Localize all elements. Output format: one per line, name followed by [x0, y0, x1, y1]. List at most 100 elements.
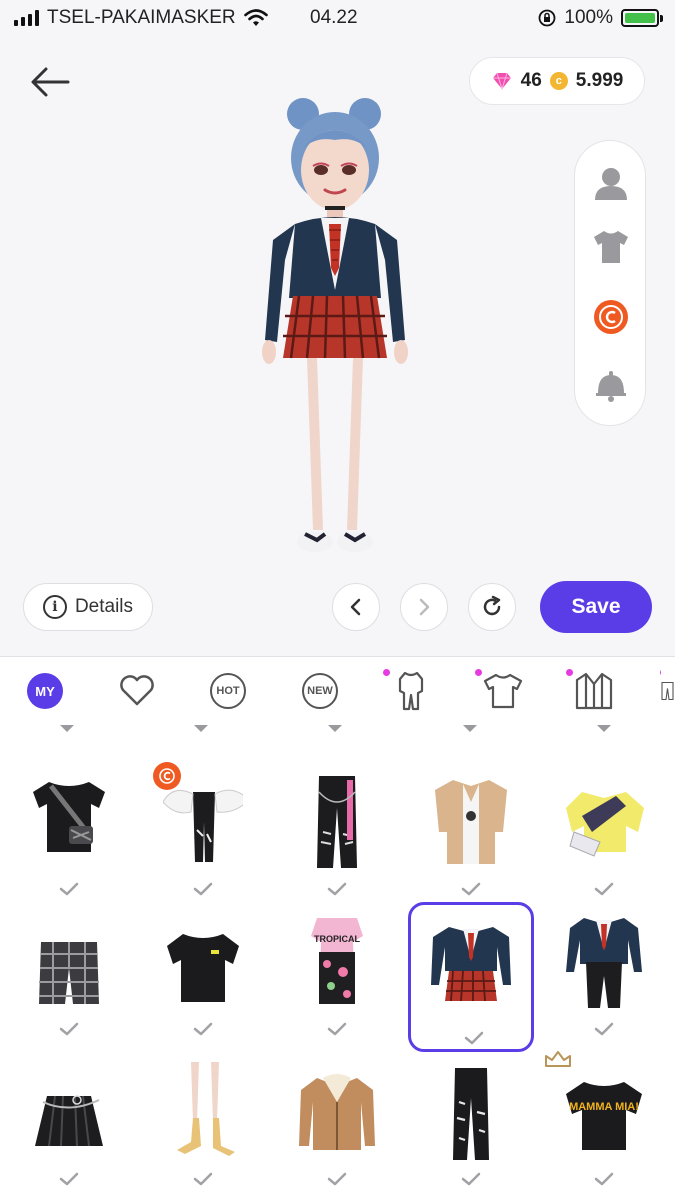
tab-bottoms[interactable] — [660, 669, 675, 713]
item-thumbnail — [299, 1074, 375, 1150]
item-grid: TROPICAL MAMMA MIA! — [0, 722, 675, 1200]
tab-outerwear[interactable] — [566, 669, 616, 713]
item-mamma-mia-tee[interactable]: MAMMA MIA! — [544, 1051, 664, 1192]
clock: 04.22 — [310, 7, 358, 28]
item-thumbnail — [453, 1068, 489, 1160]
tshirt-icon — [483, 673, 523, 709]
check-icon — [461, 882, 481, 896]
check-icon — [327, 1022, 347, 1036]
item-school-uniform-pants[interactable] — [544, 902, 664, 1042]
tshirt-icon — [594, 231, 628, 263]
item-yellow-socks[interactable] — [143, 1052, 263, 1192]
clothes-tab[interactable] — [591, 227, 631, 267]
mamma-mia-text: MAMMA MIA! — [569, 1101, 639, 1113]
item-ripped-black-jeans[interactable] — [411, 1052, 531, 1192]
check-icon — [327, 882, 347, 896]
gem-count: 46 — [520, 70, 542, 91]
item-plaid-shorts[interactable] — [9, 902, 129, 1042]
bodysuit-icon — [398, 671, 424, 711]
tropical-text: TROPICAL — [314, 934, 361, 944]
item-thumbnail — [163, 789, 243, 862]
item-thumbnail — [177, 1062, 235, 1156]
coin-icon: c — [549, 72, 568, 90]
tab-my[interactable]: MY — [23, 669, 67, 713]
battery-percent: 100% — [564, 7, 613, 28]
person-icon — [595, 168, 627, 200]
bell-icon — [596, 371, 626, 402]
check-icon — [193, 882, 213, 896]
check-icon — [59, 1022, 79, 1036]
carrier-label: TSEL-PAKAIMASKER — [47, 7, 236, 28]
save-button[interactable]: Save — [540, 581, 652, 633]
notification-tab[interactable] — [591, 365, 631, 405]
item-thumbnail — [167, 934, 239, 1002]
check-icon — [594, 882, 614, 896]
pants-icon — [661, 681, 674, 701]
check-icon — [594, 1172, 614, 1186]
expand-chevrons — [60, 725, 611, 732]
check-icon — [193, 1172, 213, 1186]
item-thumbnail — [566, 918, 642, 1008]
tab-tops[interactable] — [475, 669, 525, 713]
category-tabs: MY HOT NEW — [0, 656, 675, 722]
status-bar: TSEL-PAKAIMASKER 04.22 100% — [0, 0, 675, 36]
item-thumbnail — [39, 942, 99, 1004]
new-dot — [475, 669, 482, 676]
avatar-figure[interactable] — [255, 90, 415, 570]
reset-button[interactable] — [468, 583, 516, 631]
new-dot — [383, 669, 390, 676]
tab-new[interactable]: NEW — [298, 669, 342, 713]
redo-button[interactable] — [400, 583, 448, 631]
tab-hot-label: HOT — [210, 673, 246, 709]
undo-button[interactable] — [332, 583, 380, 631]
tab-new-label: NEW — [302, 673, 338, 709]
details-button[interactable]: i Details — [23, 583, 153, 631]
check-icon — [594, 1022, 614, 1036]
chevron-left-icon — [350, 598, 361, 616]
item-thumbnail — [33, 782, 105, 852]
currency-balance[interactable]: 46 c 5.999 — [469, 57, 645, 105]
back-button[interactable] — [28, 64, 72, 100]
gem-icon — [492, 72, 511, 90]
battery-icon — [621, 9, 663, 27]
item-thumbnail — [566, 792, 644, 857]
check-icon — [464, 1031, 484, 1045]
item-tan-open-shirt[interactable] — [411, 762, 531, 902]
details-label: Details — [74, 596, 134, 617]
item-black-pleated-skirt[interactable] — [9, 1052, 129, 1192]
item-thumbnail — [431, 927, 511, 1002]
check-icon — [327, 1172, 347, 1186]
new-dot — [566, 669, 573, 676]
check-icon — [461, 1172, 481, 1186]
item-tropical-dress[interactable]: TROPICAL — [277, 902, 397, 1042]
jacket-icon — [575, 672, 613, 710]
orientation-lock-icon — [538, 9, 556, 27]
item-white-gloves-black-pants[interactable] — [143, 762, 263, 902]
item-black-ripped-chain-pants[interactable] — [277, 762, 397, 902]
coin-icon — [594, 300, 628, 334]
wifi-icon — [243, 9, 268, 26]
item-thumbnail — [317, 776, 357, 868]
check-icon — [193, 1022, 213, 1036]
info-icon: i — [42, 595, 67, 619]
side-panel — [574, 140, 646, 426]
signal-icon — [14, 10, 39, 26]
coin-count: 5.999 — [575, 70, 624, 91]
tab-hot[interactable]: HOT — [206, 669, 250, 713]
coin-tab[interactable] — [591, 297, 631, 337]
tab-my-label: MY — [27, 673, 63, 709]
item-shearling-jacket[interactable] — [277, 1052, 397, 1192]
check-icon — [59, 882, 79, 896]
item-black-tee-camo-bag[interactable] — [9, 762, 129, 902]
tab-bodysuit[interactable] — [383, 669, 433, 713]
item-black-tee[interactable] — [143, 902, 263, 1042]
item-thumbnail — [35, 1095, 103, 1147]
item-yellow-jacket-bag[interactable] — [544, 762, 664, 902]
item-thumbnail — [435, 780, 507, 864]
body-tab[interactable] — [591, 163, 631, 203]
tab-favorites[interactable] — [115, 669, 159, 713]
refresh-icon — [483, 595, 501, 616]
item-school-uniform-skirt[interactable] — [408, 902, 534, 1052]
chevron-right-icon — [419, 598, 430, 616]
arrow-left-icon — [31, 67, 70, 97]
